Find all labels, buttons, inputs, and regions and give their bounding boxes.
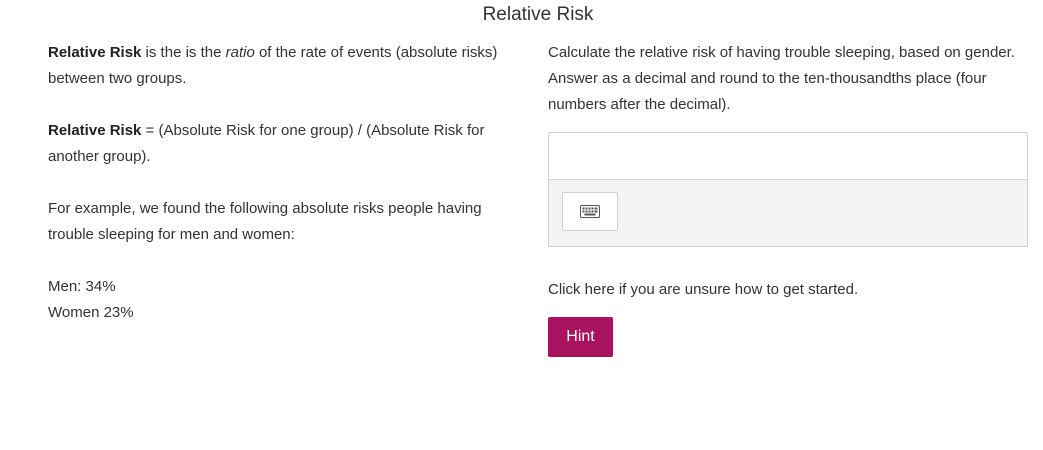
stats-list: Men: 34% Women 23% xyxy=(48,274,528,326)
definition-paragraph: Relative Risk is the is the ratio of the… xyxy=(48,40,528,92)
keyboard-toolbar xyxy=(549,180,1027,246)
help-text: Click here if you are unsure how to get … xyxy=(548,281,859,298)
example-paragraph: For example, we found the following abso… xyxy=(48,200,482,243)
keyboard-icon xyxy=(580,205,600,218)
hint-button[interactable]: Hint xyxy=(548,317,613,357)
explanation-panel: Relative Risk is the is the ratio of the… xyxy=(48,40,528,326)
stat-women: Women 23% xyxy=(48,304,134,321)
stat-men: Men: 34% xyxy=(48,278,116,295)
keyboard-button[interactable] xyxy=(562,192,618,231)
formula-term: Relative Risk xyxy=(48,122,142,139)
answer-input[interactable] xyxy=(549,133,1027,180)
page-title: Relative Risk xyxy=(482,4,594,25)
formula-paragraph: Relative Risk = (Absolute Risk for one g… xyxy=(48,118,528,170)
answer-box xyxy=(548,132,1028,247)
question-panel: Calculate the relative risk of having tr… xyxy=(548,40,1028,357)
question-text: Calculate the relative risk of having tr… xyxy=(548,44,1015,113)
definition-pre-text: is the is the xyxy=(141,44,226,61)
definition-term: Relative Risk xyxy=(48,44,142,61)
definition-italic-word: ratio xyxy=(225,44,255,61)
